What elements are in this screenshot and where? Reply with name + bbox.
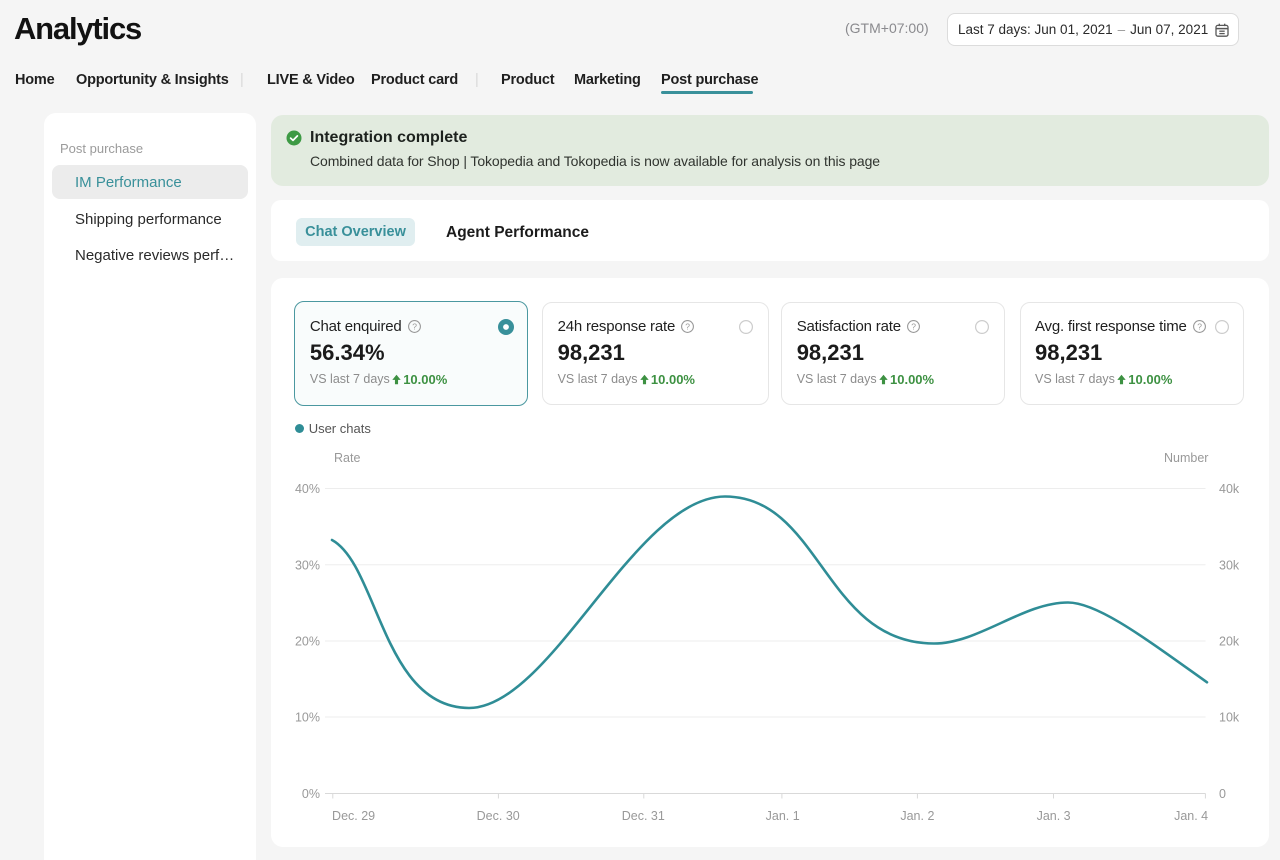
svg-text:20%: 20% <box>295 635 320 649</box>
svg-text:30k: 30k <box>1219 558 1240 572</box>
svg-text:Dec. 30: Dec. 30 <box>477 809 520 823</box>
svg-text:Jan. 1: Jan. 1 <box>766 809 800 823</box>
svg-text:10%: 10% <box>295 711 320 725</box>
svg-text:40k: 40k <box>1219 482 1240 496</box>
svg-text:0: 0 <box>1219 787 1226 801</box>
svg-text:0%: 0% <box>302 787 320 801</box>
svg-text:Jan. 4: Jan. 4 <box>1174 809 1208 823</box>
svg-text:Jan. 2: Jan. 2 <box>900 809 934 823</box>
svg-text:Dec. 29: Dec. 29 <box>332 809 375 823</box>
svg-text:Number: Number <box>1164 451 1208 465</box>
svg-text:?: ? <box>1197 321 1202 331</box>
svg-text:?: ? <box>412 321 417 331</box>
svg-text:40%: 40% <box>295 482 320 496</box>
svg-text:20k: 20k <box>1219 635 1240 649</box>
svg-text:?: ? <box>911 321 916 331</box>
svg-text:10k: 10k <box>1219 711 1240 725</box>
svg-text:Jan. 3: Jan. 3 <box>1037 809 1071 823</box>
svg-text:Rate: Rate <box>334 451 360 465</box>
svg-text:?: ? <box>685 321 690 331</box>
svg-text:Dec. 31: Dec. 31 <box>622 809 665 823</box>
svg-text:30%: 30% <box>295 558 320 572</box>
